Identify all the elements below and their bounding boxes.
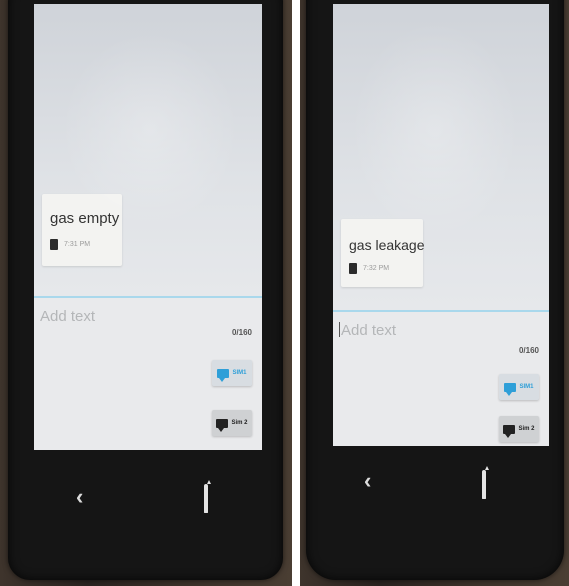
compose-area: Add text 0/160 SIM1 Sim 2 [34,296,262,450]
conversation-area[interactable]: gas leakage 7:32 PM [333,4,549,310]
conversation-area[interactable]: gas empty 7:31 PM [34,4,262,296]
phone-screen: gas leakage 7:32 PM Add text 0/160 SIM1 … [333,4,549,446]
message-input[interactable]: Add text [40,308,95,325]
back-chevron-icon[interactable]: ‹ [76,486,83,508]
character-counter: 0/160 [518,346,539,355]
send-sim1-button[interactable]: SIM1 [499,374,539,400]
contact-avatar-icon [50,239,58,250]
phone-photo-left: gas empty 7:31 PM Add text 0/160 SIM1 Si… [0,0,292,586]
message-text: gas leakage [349,237,425,253]
message-text: gas empty [50,210,120,227]
message-input-placeholder: Add text [341,322,397,339]
send-sim1-button[interactable]: SIM1 [212,360,252,386]
message-bubble[interactable]: gas empty 7:31 PM [42,194,122,266]
message-input[interactable]: Add text [339,322,396,339]
message-bubble-icon [216,418,229,432]
contact-avatar-icon [349,263,357,274]
navigation-bar: ‹ [300,462,569,512]
back-chevron-icon[interactable]: ‹ [364,470,371,492]
character-counter: 0/160 [231,328,252,337]
phone-photo-right: gas leakage 7:32 PM Add text 0/160 SIM1 … [300,0,569,586]
message-bubble-icon [217,368,230,382]
compose-area: Add text 0/160 SIM1 Sim 2 [333,310,549,446]
text-cursor [339,322,340,337]
message-timestamp: 7:31 PM [64,241,91,248]
message-timestamp: 7:32 PM [363,265,390,272]
home-icon[interactable] [204,484,208,513]
send-sim2-button[interactable]: Sim 2 [499,416,539,442]
message-bubble-icon [504,382,517,396]
navigation-bar: ‹ [0,470,292,530]
message-bubble[interactable]: gas leakage 7:32 PM [341,219,425,287]
send-sim1-label: SIM1 [232,370,247,376]
message-bubble-icon [503,424,516,438]
send-sim2-button[interactable]: Sim 2 [212,410,252,436]
send-sim2-label: Sim 2 [231,420,248,426]
home-icon[interactable] [482,470,486,499]
send-sim1-label: SIM1 [519,384,534,390]
phone-screen: gas empty 7:31 PM Add text 0/160 SIM1 Si… [34,4,262,450]
send-sim2-label: Sim 2 [518,426,535,432]
